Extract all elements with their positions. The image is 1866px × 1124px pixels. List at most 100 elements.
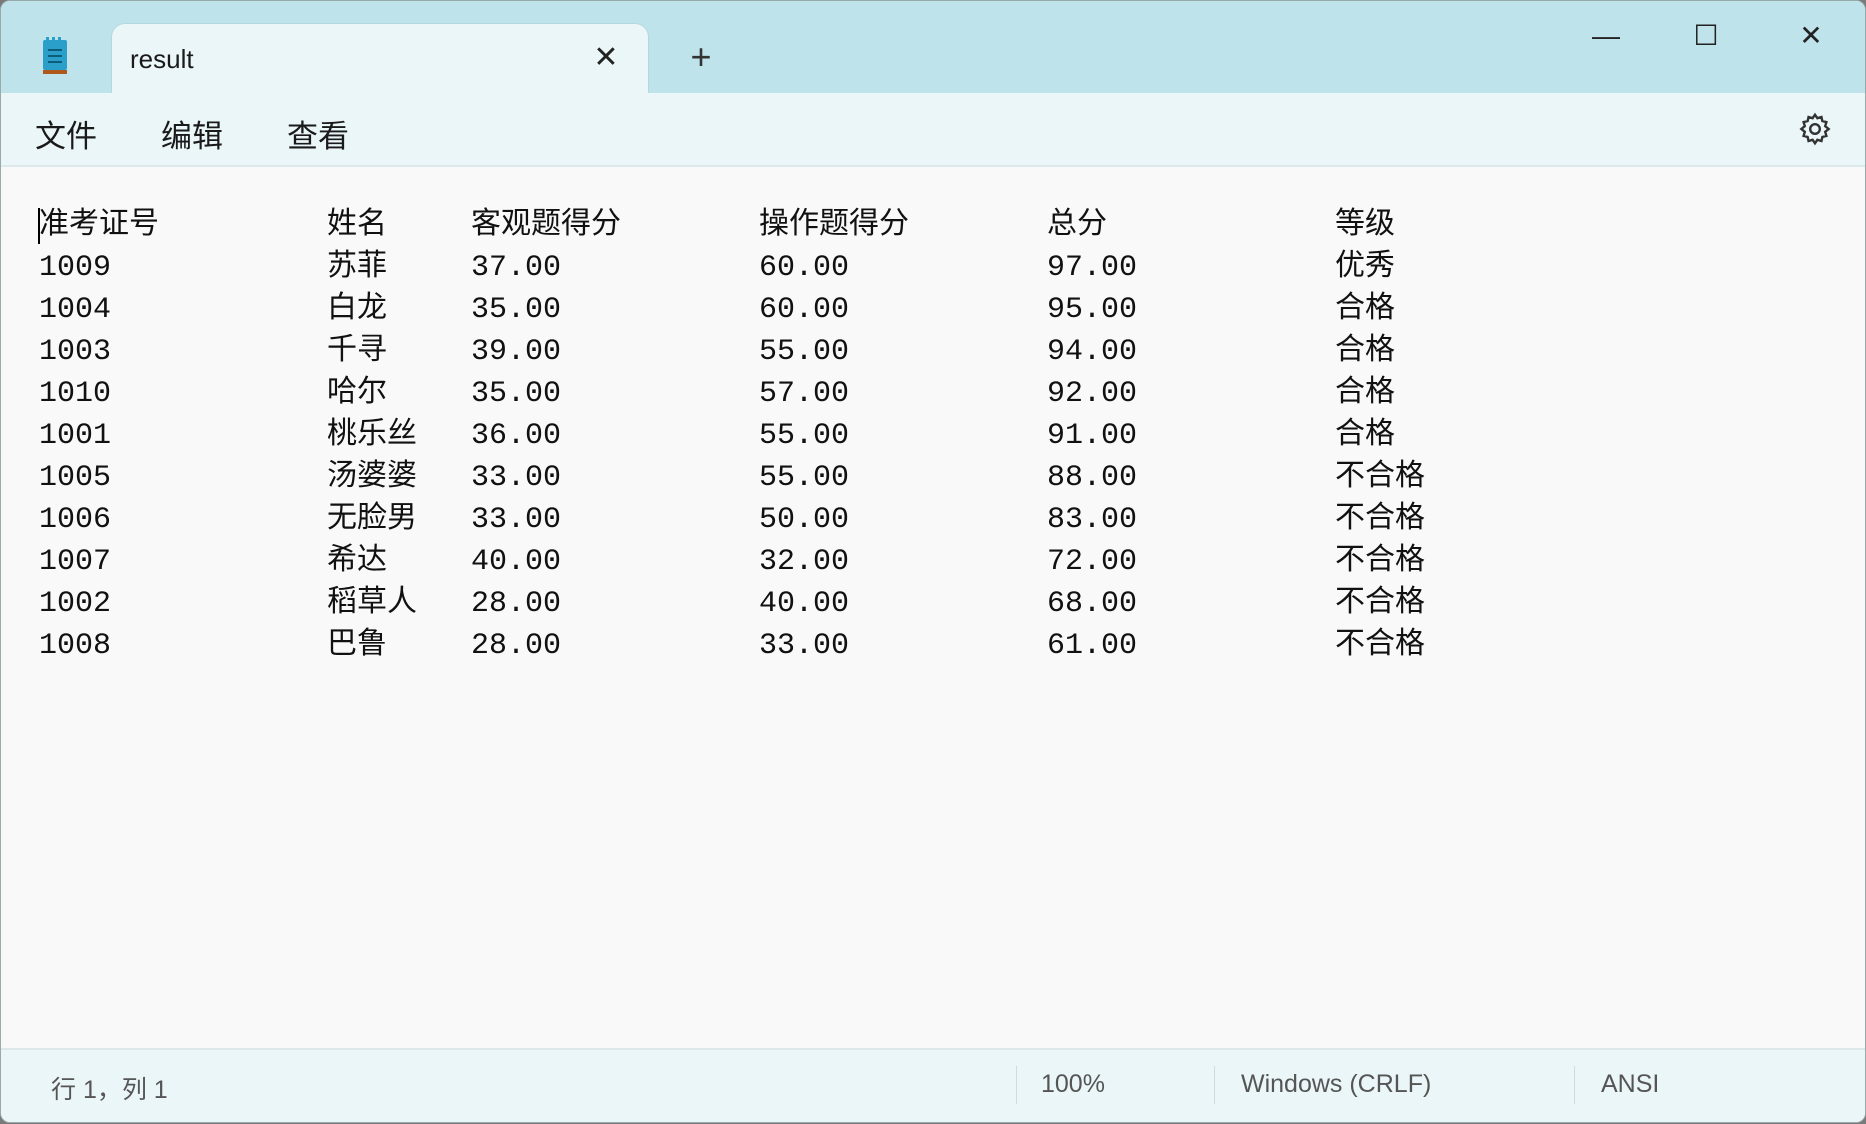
cell-total-score: 72.00 (1047, 545, 1138, 579)
cell-exam-id: 1004 (39, 293, 112, 327)
cell-exam-id: 1007 (39, 545, 112, 579)
cell-exam-id: 1008 (39, 629, 112, 663)
cell-name: 苏菲 (327, 251, 387, 285)
cell-grade: 合格 (1335, 293, 1395, 327)
divider (1574, 1066, 1575, 1104)
header-practical-score: 操作题得分 (759, 209, 909, 243)
cell-practical-score: 40.00 (759, 587, 850, 621)
minimize-button[interactable]: — (1561, 11, 1651, 61)
cell-grade: 优秀 (1335, 251, 1395, 285)
cell-objective-score: 33.00 (471, 503, 562, 537)
cell-objective-score: 35.00 (471, 293, 562, 327)
cell-objective-score: 28.00 (471, 629, 562, 663)
cell-grade: 不合格 (1335, 545, 1425, 579)
maximize-button[interactable]: ☐ (1661, 11, 1751, 61)
cell-exam-id: 1003 (39, 335, 112, 369)
cell-name: 千寻 (327, 335, 387, 369)
cell-total-score: 91.00 (1047, 419, 1138, 453)
cell-total-score: 97.00 (1047, 251, 1138, 285)
cell-exam-id: 1001 (39, 419, 112, 453)
encoding[interactable]: ANSI (1601, 1070, 1659, 1099)
cell-total-score: 88.00 (1047, 461, 1138, 495)
cell-objective-score: 28.00 (471, 587, 562, 621)
cell-grade: 合格 (1335, 335, 1395, 369)
cell-total-score: 92.00 (1047, 377, 1138, 411)
close-window-button[interactable]: ✕ (1766, 11, 1856, 61)
text-line: 1002 稻草人 28.00 40.00 68.00 不合格 (1, 583, 1865, 625)
cell-name: 巴鲁 (327, 629, 387, 663)
text-editor[interactable]: 准考证号 姓名 客观题得分 操作题得分 总分 等级 1009 苏菲 37.00 60.00 97.0… (1, 167, 1865, 1050)
cell-total-score: 94.00 (1047, 335, 1138, 369)
cell-exam-id: 1010 (39, 377, 112, 411)
cell-exam-id: 1009 (39, 251, 112, 285)
text-line: 1005 汤婆婆 33.00 55.00 88.00 不合格 (1, 457, 1865, 499)
cursor-position: 行 1，列 1 (51, 1076, 168, 1104)
cell-objective-score: 33.00 (471, 461, 562, 495)
title-bar: result ✕ + — ☐ ✕ (1, 1, 1865, 96)
cell-total-score: 95.00 (1047, 293, 1138, 327)
close-tab-icon[interactable]: ✕ (586, 38, 626, 78)
settings-gear-icon[interactable] (1797, 111, 1833, 147)
cell-exam-id: 1006 (39, 503, 112, 537)
cell-exam-id: 1005 (39, 461, 112, 495)
cell-total-score: 61.00 (1047, 629, 1138, 663)
header-objective-score: 客观题得分 (471, 209, 621, 243)
cell-objective-score: 40.00 (471, 545, 562, 579)
cell-name: 稻草人 (327, 587, 417, 621)
notepad-window: result ✕ + — ☐ ✕ 文件 编辑 查看 准考证号 姓名 客观题得分 操作题… (0, 0, 1866, 1123)
text-line: 1003 千寻 39.00 55.00 94.00 合格 (1, 331, 1865, 373)
text-line: 1009 苏菲 37.00 60.00 97.00 优秀 (1, 247, 1865, 289)
text-line: 1010 哈尔 35.00 57.00 92.00 合格 (1, 373, 1865, 415)
cell-name: 汤婆婆 (327, 461, 417, 495)
cell-objective-score: 35.00 (471, 377, 562, 411)
menu-view[interactable]: 查看 (287, 111, 349, 156)
cell-name: 哈尔 (327, 377, 387, 411)
header-total-score: 总分 (1047, 209, 1107, 243)
cell-objective-score: 37.00 (471, 251, 562, 285)
text-line: 1007 希达 40.00 32.00 72.00 不合格 (1, 541, 1865, 583)
cell-grade: 不合格 (1335, 629, 1425, 663)
cell-total-score: 68.00 (1047, 587, 1138, 621)
status-bar: 行 1，列 1 100% Windows (CRLF) ANSI (1, 1048, 1865, 1122)
cell-grade: 合格 (1335, 419, 1395, 453)
cell-exam-id: 1002 (39, 587, 112, 621)
divider (1214, 1066, 1215, 1104)
cell-name: 白龙 (327, 293, 387, 327)
cell-grade: 不合格 (1335, 461, 1425, 495)
text-line: 1006 无脸男 33.00 50.00 83.00 不合格 (1, 499, 1865, 541)
new-tab-button[interactable]: + (681, 37, 721, 77)
cell-practical-score: 32.00 (759, 545, 850, 579)
cell-practical-score: 33.00 (759, 629, 850, 663)
cell-objective-score: 39.00 (471, 335, 562, 369)
menu-file[interactable]: 文件 (35, 111, 97, 156)
tab-title: result (130, 44, 194, 74)
zoom-level[interactable]: 100% (1041, 1070, 1105, 1099)
header-exam-id: 准考证号 (39, 209, 159, 243)
cell-practical-score: 60.00 (759, 293, 850, 327)
cell-grade: 不合格 (1335, 587, 1425, 621)
cell-name: 桃乐丝 (327, 419, 417, 453)
cell-practical-score: 55.00 (759, 335, 850, 369)
text-line: 1001 桃乐丝 36.00 55.00 91.00 合格 (1, 415, 1865, 457)
cell-practical-score: 57.00 (759, 377, 850, 411)
divider (1016, 1066, 1017, 1104)
cell-practical-score: 60.00 (759, 251, 850, 285)
menu-bar: 文件 编辑 查看 (1, 93, 1865, 167)
text-line: 1008 巴鲁 28.00 33.00 61.00 不合格 (1, 625, 1865, 667)
menu-edit[interactable]: 编辑 (161, 111, 223, 156)
tab-result[interactable]: result ✕ (111, 23, 649, 96)
header-name: 姓名 (327, 209, 387, 243)
text-line: 1004 白龙 35.00 60.00 95.00 合格 (1, 289, 1865, 331)
line-ending[interactable]: Windows (CRLF) (1241, 1070, 1431, 1099)
cell-practical-score: 50.00 (759, 503, 850, 537)
cell-grade: 合格 (1335, 377, 1395, 411)
notepad-app-icon (43, 37, 67, 74)
cell-objective-score: 36.00 (471, 419, 562, 453)
header-line: 准考证号 姓名 客观题得分 操作题得分 总分 等级 (1, 205, 1865, 247)
cell-name: 希达 (327, 545, 387, 579)
cell-practical-score: 55.00 (759, 461, 850, 495)
cell-practical-score: 55.00 (759, 419, 850, 453)
header-grade: 等级 (1335, 209, 1395, 243)
cell-total-score: 83.00 (1047, 503, 1138, 537)
cell-grade: 不合格 (1335, 503, 1425, 537)
